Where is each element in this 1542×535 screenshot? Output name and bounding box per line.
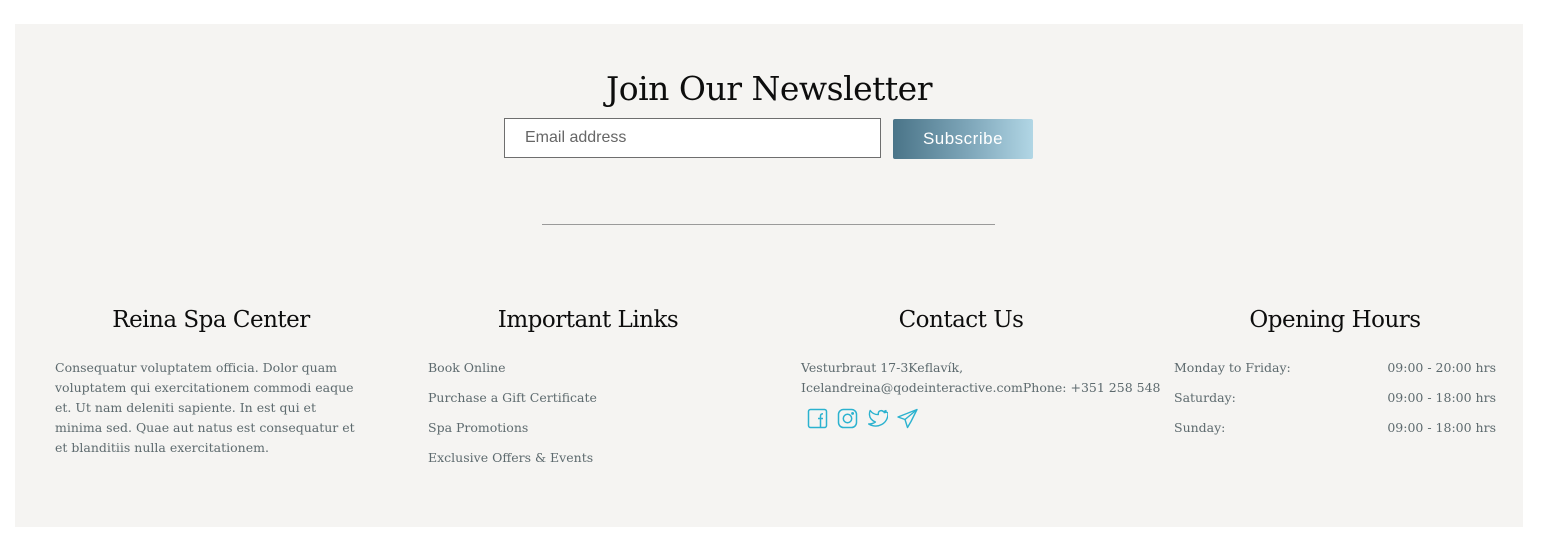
link-gift-certificate[interactable]: Purchase a Gift Certificate [428, 390, 597, 405]
link-spa-promotions[interactable]: Spa Promotions [428, 420, 528, 435]
social-links [801, 408, 1121, 429]
list-item: Purchase a Gift Certificate [428, 388, 748, 418]
links-heading: Important Links [497, 307, 679, 333]
subscribe-button[interactable]: Subscribe [893, 119, 1033, 159]
link-book-online[interactable]: Book Online [428, 360, 506, 375]
hours-day: Sunday: [1174, 420, 1226, 435]
contact-heading: Contact Us [898, 307, 1024, 333]
hours-column: Opening Hours Monday to Friday: 09:00 - … [1174, 304, 1496, 448]
contact-email-phone: Icelandreina@qodeinteractive.comPhone: +… [801, 380, 1161, 395]
newsletter-title: Join Our Newsletter [606, 69, 932, 108]
hours-row: Monday to Friday: 09:00 - 20:00 hrs [1174, 358, 1496, 388]
about-column: Reina Spa Center Consequatur voluptatem … [55, 304, 367, 458]
hours-day: Saturday: [1174, 390, 1236, 405]
hours-time: 09:00 - 18:00 hrs [1387, 420, 1496, 435]
hours-day: Monday to Friday: [1174, 360, 1291, 375]
site-footer: Join Our Newsletter Subscribe Reina Spa … [15, 24, 1523, 527]
links-column: Important Links Book Online Purchase a G… [428, 304, 748, 478]
contact-column: Contact Us Vesturbraut 17-3Keflavík, Ice… [801, 304, 1161, 429]
instagram-icon[interactable] [837, 408, 858, 429]
link-exclusive-offers[interactable]: Exclusive Offers & Events [428, 450, 593, 465]
list-item: Spa Promotions [428, 418, 748, 448]
contact-info: Vesturbraut 17-3Keflavík, Icelandreina@q… [801, 358, 1161, 398]
twitter-icon[interactable] [867, 408, 889, 429]
divider [542, 224, 995, 225]
hours-time: 09:00 - 20:00 hrs [1387, 360, 1496, 375]
hours-row: Saturday: 09:00 - 18:00 hrs [1174, 388, 1496, 418]
about-heading: Reina Spa Center [112, 307, 310, 333]
contact-address: Vesturbraut 17-3Keflavík, [801, 360, 964, 375]
email-input[interactable] [504, 118, 881, 158]
list-item: Exclusive Offers & Events [428, 448, 748, 478]
about-text: Consequatur voluptatem officia. Dolor qu… [55, 360, 355, 455]
hours-time: 09:00 - 18:00 hrs [1387, 390, 1496, 405]
hours-row: Sunday: 09:00 - 18:00 hrs [1174, 418, 1496, 448]
telegram-icon[interactable] [897, 408, 918, 429]
hours-heading: Opening Hours [1249, 307, 1421, 333]
facebook-icon[interactable] [807, 408, 828, 429]
links-list: Book Online Purchase a Gift Certificate … [428, 358, 748, 478]
hours-table: Monday to Friday: 09:00 - 20:00 hrs Satu… [1174, 358, 1496, 448]
list-item: Book Online [428, 358, 748, 388]
